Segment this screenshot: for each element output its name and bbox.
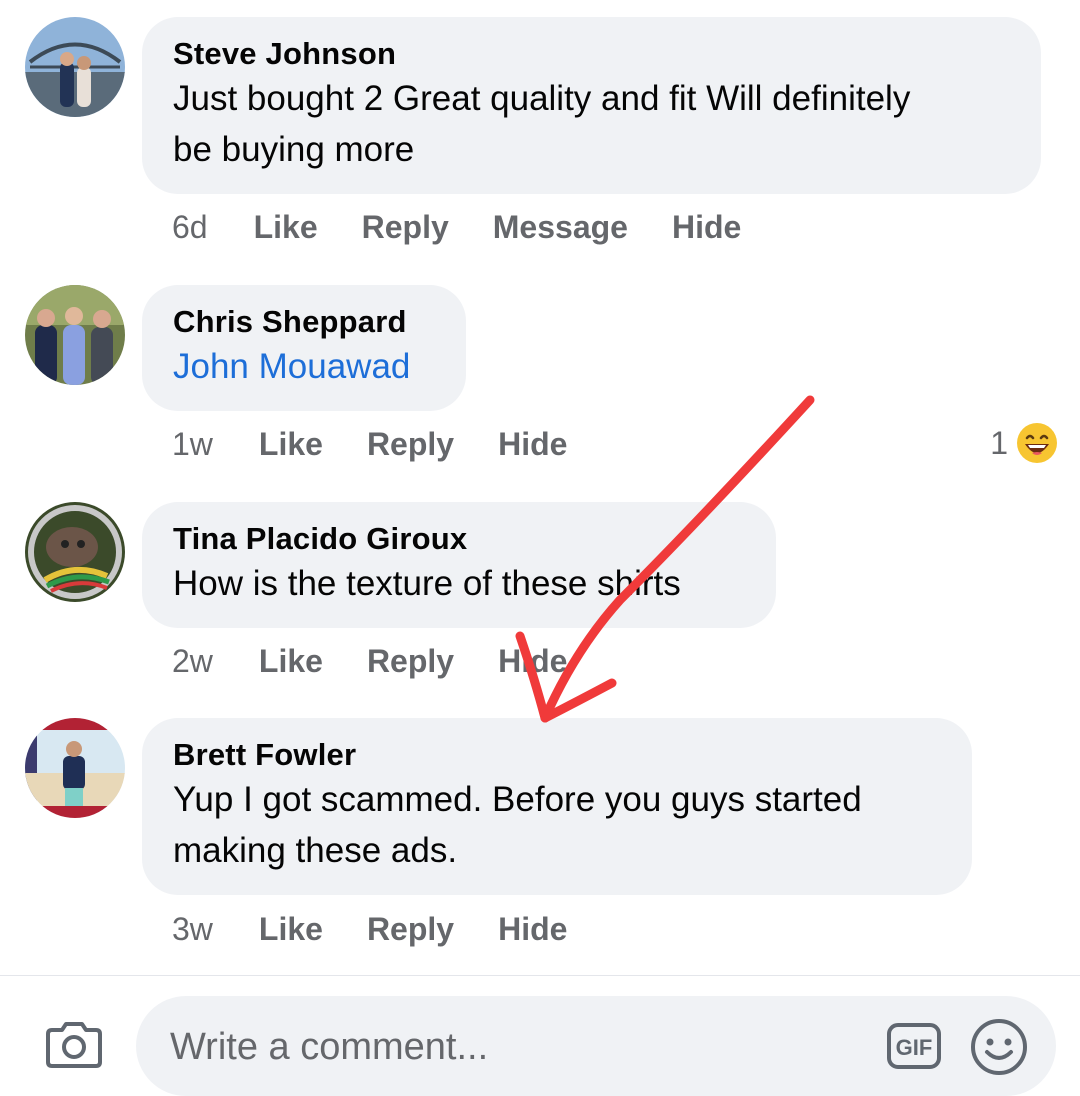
emoji-icon[interactable]	[970, 1018, 1028, 1076]
like-button[interactable]: Like	[259, 911, 323, 948]
comment-text-line: be buying more	[173, 130, 415, 169]
mention-link[interactable]: John Mouawad	[173, 341, 434, 392]
gif-icon[interactable]: GIF	[886, 1022, 942, 1070]
message-button[interactable]: Message	[493, 209, 628, 246]
camera-icon[interactable]	[44, 1020, 104, 1070]
avatar[interactable]	[25, 17, 125, 117]
gif-label: GIF	[896, 1035, 933, 1060]
hide-button[interactable]: Hide	[672, 209, 741, 246]
like-button[interactable]: Like	[259, 426, 323, 463]
comment-author[interactable]: Tina Placido Giroux	[173, 522, 744, 556]
hide-button[interactable]: Hide	[498, 911, 567, 948]
avatar-photo	[25, 17, 125, 117]
reply-button[interactable]: Reply	[367, 426, 454, 463]
comment-bubble: Steve Johnson Just bought 2 Great qualit…	[142, 17, 1041, 194]
comment-bubble: Chris Sheppard John Mouawad	[142, 285, 466, 411]
comment-input-container: GIF	[136, 996, 1056, 1096]
comment-author[interactable]: Chris Sheppard	[173, 305, 434, 339]
hide-button[interactable]: Hide	[498, 643, 567, 680]
reply-button[interactable]: Reply	[367, 911, 454, 948]
comment-timestamp: 3w	[172, 910, 213, 947]
comment-text-line: making these ads.	[173, 831, 458, 870]
comment-text-line: Yup I got scammed. Before you guys start…	[173, 780, 862, 819]
comment-composer: GIF	[0, 975, 1080, 1096]
avatar-photo	[25, 285, 125, 385]
hide-button[interactable]: Hide	[498, 426, 567, 463]
comment-timestamp: 2w	[172, 642, 213, 679]
reply-button[interactable]: Reply	[367, 643, 454, 680]
avatar[interactable]	[25, 285, 125, 385]
comment-actions: 6d Like Reply Message Hide	[172, 207, 785, 247]
comment-text-line: Just bought 2 Great quality and fit Will…	[173, 79, 911, 118]
comment-input[interactable]	[168, 1022, 872, 1072]
like-button[interactable]: Like	[254, 209, 318, 246]
reply-button[interactable]: Reply	[362, 209, 449, 246]
laughing-emoji-icon	[1017, 423, 1057, 463]
comment-author[interactable]: Steve Johnson	[173, 37, 1009, 71]
comment-timestamp: 1w	[172, 425, 213, 462]
comment-actions: 2w Like Reply Hide	[172, 641, 611, 681]
avatar-photo	[25, 718, 125, 818]
comment-timestamp: 6d	[172, 208, 208, 245]
comment-actions: 3w Like Reply Hide	[172, 909, 611, 949]
comment-author[interactable]: Brett Fowler	[173, 738, 940, 772]
avatar-photo	[25, 502, 125, 602]
reaction-count: 1	[990, 424, 1008, 461]
like-button[interactable]: Like	[259, 643, 323, 680]
reaction-summary[interactable]: 1	[990, 422, 1058, 464]
comment-text-line: How is the texture of these shirts	[173, 564, 681, 603]
comment-actions: 1w Like Reply Hide	[172, 424, 611, 464]
comment-bubble: Tina Placido Giroux How is the texture o…	[142, 502, 776, 628]
avatar[interactable]	[25, 502, 125, 602]
avatar[interactable]	[25, 718, 125, 818]
comment-bubble: Brett Fowler Yup I got scammed. Before y…	[142, 718, 972, 895]
